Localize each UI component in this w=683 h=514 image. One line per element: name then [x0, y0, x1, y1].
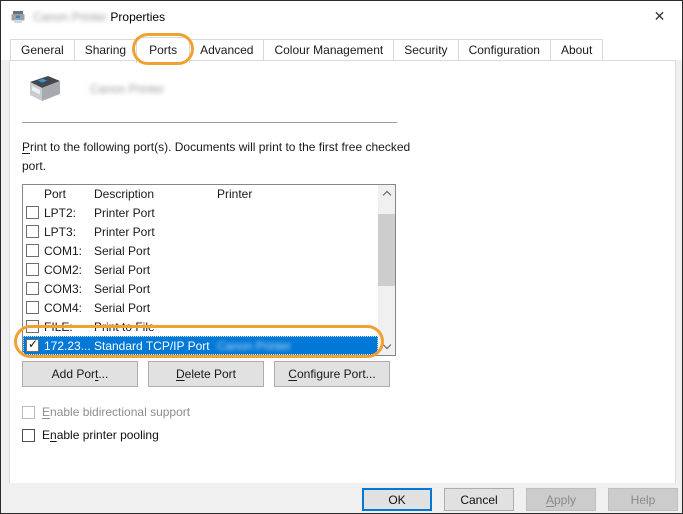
tab-advanced[interactable]: Advanced: [189, 39, 264, 61]
tab-colour-management[interactable]: Colour Management: [263, 39, 394, 61]
enable-bidirectional-support-checkbox[interactable]: Enable bidirectional support: [22, 405, 190, 419]
port-checkbox[interactable]: [26, 263, 39, 276]
ports-listbox: Port Description Printer LPT2: Printer P…: [22, 184, 396, 356]
ok-button[interactable]: OK: [362, 488, 432, 511]
port-checkbox[interactable]: [26, 282, 39, 295]
port-row-com1[interactable]: COM1: Serial Port: [23, 241, 378, 260]
ports-list: Port Description Printer LPT2: Printer P…: [23, 185, 378, 355]
scrollbar[interactable]: [378, 185, 395, 355]
scrollbar-down-icon[interactable]: [378, 338, 395, 355]
column-header-port: Port: [44, 187, 94, 201]
ports-description: Print to the following port(s). Document…: [22, 138, 414, 176]
close-icon[interactable]: ✕: [637, 1, 682, 31]
port-checkbox[interactable]: [26, 320, 39, 333]
port-checkbox[interactable]: [26, 225, 39, 238]
tab-strip: General Sharing Ports Advanced Colour Ma…: [11, 36, 603, 61]
list-header: Port Description Printer: [23, 185, 378, 203]
separator-line: [22, 122, 397, 123]
add-port-button[interactable]: Add Port...: [22, 361, 138, 387]
redacted-printer-name: Canon Printer: [33, 10, 107, 24]
window-title: Canon Printer Properties: [33, 10, 165, 24]
ports-tab-page: Canon Printer Print to the following por…: [9, 60, 676, 485]
tab-ports[interactable]: Ports: [136, 37, 190, 63]
scrollbar-up-icon[interactable]: [378, 185, 395, 202]
checkbox-label: Enable bidirectional support: [42, 405, 190, 419]
port-checkbox[interactable]: [26, 301, 39, 314]
port-checkbox[interactable]: [26, 244, 39, 257]
apply-button[interactable]: Apply: [526, 488, 596, 511]
enable-printer-pooling-checkbox[interactable]: Enable printer pooling: [22, 428, 159, 442]
checkbox[interactable]: [22, 406, 35, 419]
tab-sharing[interactable]: Sharing: [74, 39, 137, 61]
printer-properties-dialog: Canon Printer Properties ✕ General Shari…: [0, 0, 683, 514]
cancel-button[interactable]: Cancel: [444, 488, 514, 511]
tab-zone: General Sharing Ports Advanced Colour Ma…: [1, 32, 682, 60]
device-name: Canon Printer: [90, 82, 164, 96]
printer-icon: [10, 9, 26, 25]
port-row-com2[interactable]: COM2: Serial Port: [23, 260, 378, 279]
port-row-tcpip-selected[interactable]: 172.23... Standard TCP/IP Port Canon Pri…: [23, 336, 378, 355]
tab-about[interactable]: About: [550, 39, 603, 61]
tab-security[interactable]: Security: [393, 39, 458, 61]
column-header-description: Description: [94, 187, 217, 201]
tab-general[interactable]: General: [10, 39, 75, 61]
port-checkbox-checked[interactable]: [26, 339, 39, 352]
printer-device-icon: [24, 73, 64, 107]
checkbox[interactable]: [22, 429, 35, 442]
tab-configuration[interactable]: Configuration: [458, 39, 551, 61]
configure-port-button[interactable]: Configure Port...: [274, 361, 390, 387]
help-button[interactable]: Help: [608, 488, 678, 511]
port-row-file[interactable]: FILE: Print to File: [23, 317, 378, 336]
redacted-printer-name: Canon Printer: [217, 339, 378, 353]
port-row-com4[interactable]: COM4: Serial Port: [23, 298, 378, 317]
title-bar: Canon Printer Properties ✕: [1, 1, 682, 32]
column-header-printer: Printer: [217, 187, 378, 201]
port-row-lpt3[interactable]: LPT3: Printer Port: [23, 222, 378, 241]
port-row-com3[interactable]: COM3: Serial Port: [23, 279, 378, 298]
delete-port-button[interactable]: Delete Port: [148, 361, 264, 387]
scrollbar-thumb[interactable]: [378, 214, 395, 286]
checkbox-label: Enable printer pooling: [42, 428, 159, 442]
dialog-footer: OK Cancel Apply Help: [1, 483, 682, 513]
port-checkbox[interactable]: [26, 206, 39, 219]
port-row-lpt2[interactable]: LPT2: Printer Port: [23, 203, 378, 222]
